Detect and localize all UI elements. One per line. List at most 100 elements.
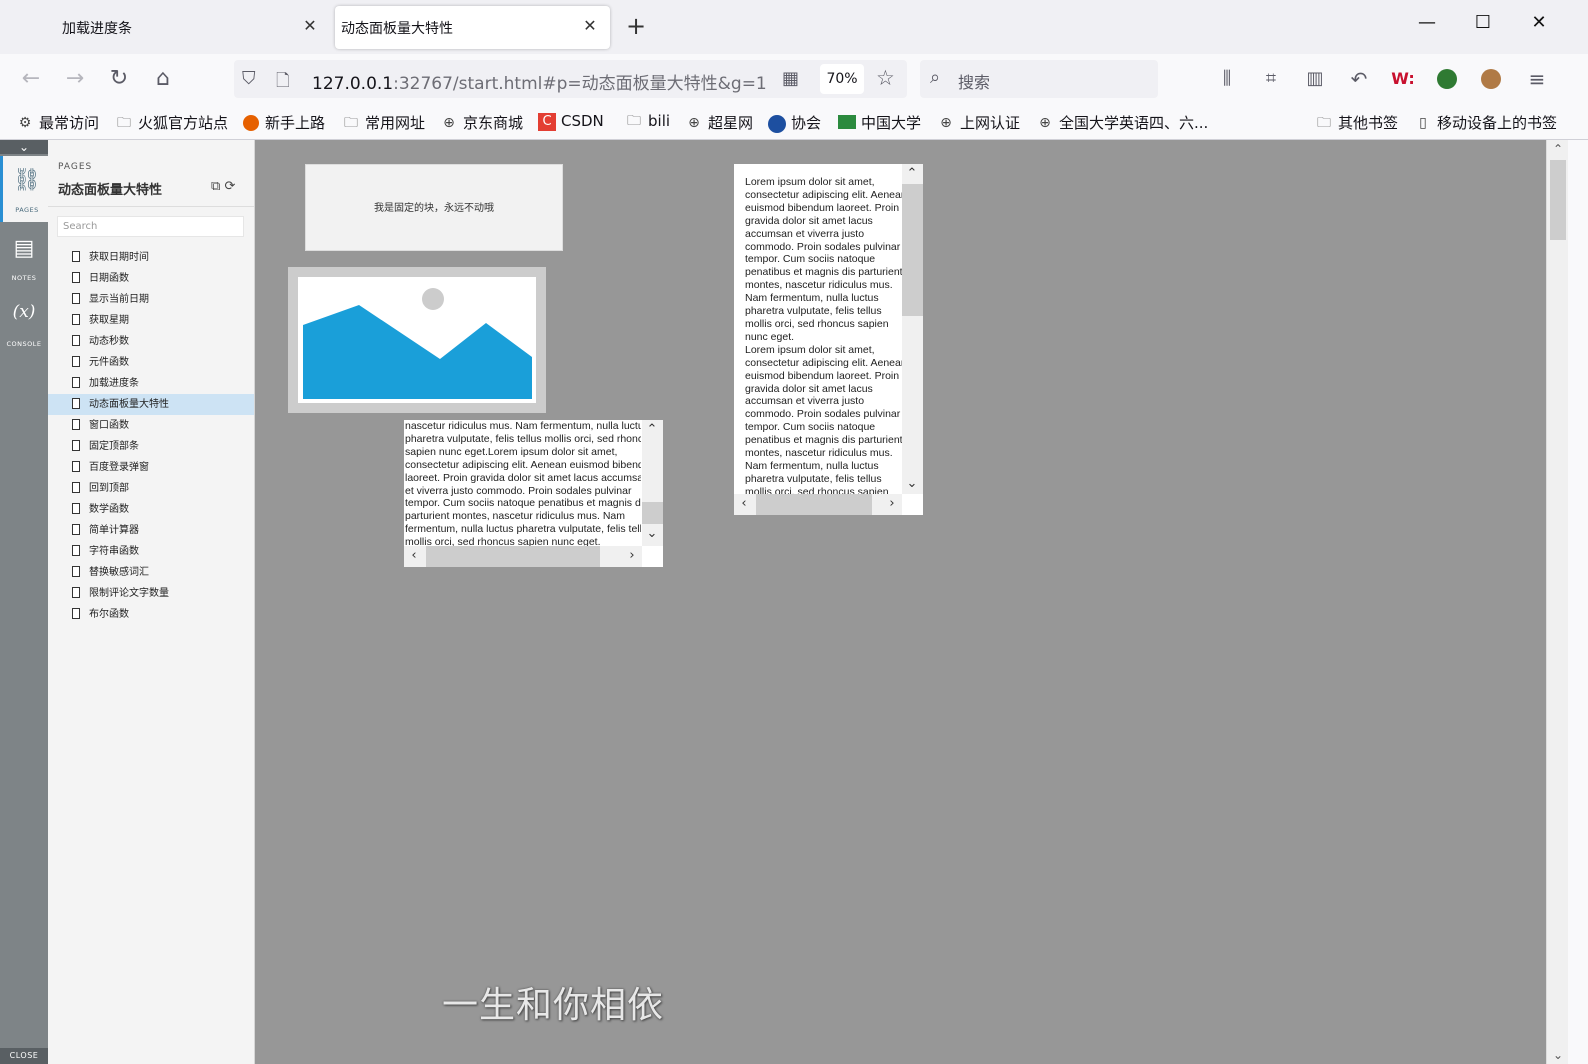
scroll-up-icon[interactable]: ⌃ [1547, 142, 1569, 156]
tab-inactive[interactable]: 加载进度条 ✕ [30, 6, 330, 49]
highlight-hotspots-icon[interactable]: ⟳ [224, 179, 235, 194]
pages-list: 获取日期时间 日期函数 显示当前日期获取星期动态秒数 元件函数 加载进度条动态面板量大特… [48, 247, 254, 625]
page-list-item[interactable]: 日期函数 [48, 268, 254, 289]
bookmark-item[interactable]: 🗀 其他书签 [1315, 112, 1398, 133]
qr-code-icon[interactable]: ▦ [782, 68, 799, 89]
shield-icon[interactable]: ⛉ [242, 68, 256, 89]
page-list-item[interactable]: 布尔函数 [48, 604, 254, 625]
page-list-item-label: 动态面板量大特性 [89, 399, 169, 410]
page-info-icon[interactable]: 🗋 [276, 68, 290, 97]
pages-panel-actions: ⧉ ⟳ [211, 179, 235, 194]
cookie-icon[interactable] [1478, 66, 1504, 92]
page-list-item[interactable]: 获取日期时间 [48, 247, 254, 268]
rail-pages-tab[interactable]: ⛓ PAGES [0, 156, 48, 222]
page-list-item[interactable]: 加载进度条 [48, 373, 254, 394]
page-icon [72, 503, 80, 514]
page-list-item[interactable]: 百度登录弹窗 [48, 457, 254, 478]
screenshot-crop-icon[interactable]: ⌗ [1258, 66, 1284, 92]
page-list-item[interactable]: 字符串函数 [48, 541, 254, 562]
bookmark-item[interactable]: 中国大学 [838, 112, 921, 133]
rail-close-button[interactable]: CLOSE [0, 1048, 48, 1064]
vertical-scrollbar[interactable]: ⌃ ⌄ [642, 420, 663, 546]
page-list-item[interactable]: 数学函数 [48, 499, 254, 520]
scroll-panel-left[interactable]: nascetur ridiculus mus. Nam fermentum, n… [404, 420, 663, 567]
page-list-item[interactable]: 固定顶部条 [48, 436, 254, 457]
tab-close-icon[interactable]: ✕ [580, 16, 600, 36]
page-scrollbar[interactable]: ⌃ ⌄ [1546, 140, 1568, 1064]
undo-icon[interactable]: ↶ [1346, 66, 1372, 92]
url-bar[interactable]: ⛉ 🗋 127.0.0.1:32767/start.html#p=动态面板量大特… [234, 60, 907, 98]
scroll-down-icon[interactable]: ⌄ [1547, 1048, 1569, 1062]
minimize-icon[interactable]: — [1412, 12, 1442, 33]
page-list-item[interactable]: 替换敏感词汇 [48, 562, 254, 583]
bookmark-star-icon[interactable]: ☆ [876, 66, 895, 90]
page-list-item[interactable]: 窗口函数 [48, 415, 254, 436]
extension-green-icon[interactable] [1434, 66, 1460, 92]
page-list-item[interactable]: 限制评论文字数量 [48, 583, 254, 604]
collapse-chevron-icon[interactable]: ⌄ [0, 140, 48, 154]
scroll-left-icon[interactable]: ‹ [734, 494, 754, 514]
scroll-panel-right[interactable]: Lorem ipsum dolor sit amet, consectetur … [734, 164, 923, 515]
url-path: :32767/start.html#p=动态面板量大特性&g=1 [393, 74, 767, 94]
scrollbar-thumb[interactable] [902, 184, 923, 316]
home-icon[interactable]: ⌂ [150, 66, 176, 92]
bookmark-item[interactable]: ⚙ 最常访问 [16, 112, 99, 133]
scroll-right-icon[interactable]: › [622, 546, 642, 566]
scroll-down-icon[interactable]: ⌄ [902, 474, 922, 494]
library-icon[interactable]: ⫼ [1214, 66, 1240, 92]
page-list-item[interactable]: 动态秒数 [48, 331, 254, 352]
extension-w-icon[interactable]: W: [1390, 66, 1416, 92]
page-list-item[interactable]: 动态面板量大特性 [48, 394, 254, 415]
new-tab-plus-icon[interactable]: + [626, 14, 646, 38]
rail-console-tab[interactable]: (x) CONSOLE [0, 290, 48, 356]
zoom-level-button[interactable]: 70% [820, 64, 864, 94]
page-list-item[interactable]: 元件函数 [48, 352, 254, 373]
sidebar-toggle-icon[interactable]: ▥ [1302, 66, 1328, 92]
bookmark-item[interactable]: 🗀 bili [625, 112, 670, 130]
page-list-item[interactable]: 获取星期 [48, 310, 254, 331]
page-list-item[interactable]: 简单计算器 [48, 520, 254, 541]
scroll-left-icon[interactable]: ‹ [404, 546, 424, 566]
scroll-up-icon[interactable]: ⌃ [642, 420, 662, 440]
scroll-up-icon[interactable]: ⌃ [902, 164, 922, 184]
scrollbar-thumb[interactable] [642, 502, 663, 524]
bookmark-item[interactable]: ⊕ 京东商城 [440, 112, 523, 133]
pages-search-input[interactable]: Search [57, 216, 244, 237]
bookmark-item[interactable]: 协会 [768, 112, 821, 133]
search-box[interactable]: ⌕ 搜索 [920, 60, 1158, 98]
page-list-item-label: 窗口函数 [89, 420, 129, 431]
forward-arrow-icon[interactable]: → [62, 66, 88, 92]
bookmark-item[interactable]: 🗀 火狐官方站点 [115, 112, 228, 133]
bookmark-item[interactable]: 新手上路 [242, 112, 325, 133]
horizontal-scrollbar[interactable]: ‹ › [734, 494, 902, 515]
back-arrow-icon[interactable]: ← [18, 66, 44, 92]
menu-icon[interactable]: ≡ [1524, 66, 1550, 92]
page-list-item[interactable]: 显示当前日期 [48, 289, 254, 310]
url-text[interactable]: 127.0.0.1:32767/start.html#p=动态面板量大特性&g=… [312, 69, 767, 94]
rail-notes-tab[interactable]: ▤ NOTES [0, 224, 48, 290]
bookmark-item[interactable]: ▯ 移动设备上的书签 [1414, 112, 1557, 133]
open-external-icon[interactable]: ⧉ [211, 179, 220, 194]
scrollbar-thumb[interactable] [426, 546, 600, 567]
vertical-scrollbar[interactable]: ⌃ ⌄ [902, 164, 923, 494]
bookmark-item[interactable]: ⊕ 全国大学英语四、六... [1036, 112, 1208, 133]
tab-close-icon[interactable]: ✕ [300, 16, 320, 36]
reload-icon[interactable]: ↻ [106, 66, 132, 92]
tab-active[interactable]: 动态面板量大特性 ✕ [335, 6, 610, 49]
bookmark-item[interactable]: C CSDN [538, 112, 604, 131]
bookmark-item[interactable]: ⊕ 上网认证 [937, 112, 1020, 133]
page-list-item[interactable]: 回到顶部 [48, 478, 254, 499]
globe-icon: ⊕ [1039, 114, 1051, 131]
window-close-icon[interactable]: ✕ [1524, 12, 1554, 33]
scroll-right-icon[interactable]: › [882, 494, 902, 514]
maximize-icon[interactable]: ☐ [1468, 12, 1498, 33]
bookmark-item[interactable]: 🗀 常用网址 [342, 112, 425, 133]
bookmark-item[interactable]: ⊕ 超星网 [685, 112, 753, 133]
horizontal-scrollbar[interactable]: ‹ › [404, 546, 642, 567]
scrollbar-thumb[interactable] [1550, 160, 1566, 240]
scroll-down-icon[interactable]: ⌄ [642, 524, 662, 544]
scrollbar-thumb[interactable] [756, 494, 872, 515]
csdn-icon: C [538, 113, 556, 131]
page-icon [72, 566, 80, 577]
page-list-item-label: 获取星期 [89, 315, 129, 326]
